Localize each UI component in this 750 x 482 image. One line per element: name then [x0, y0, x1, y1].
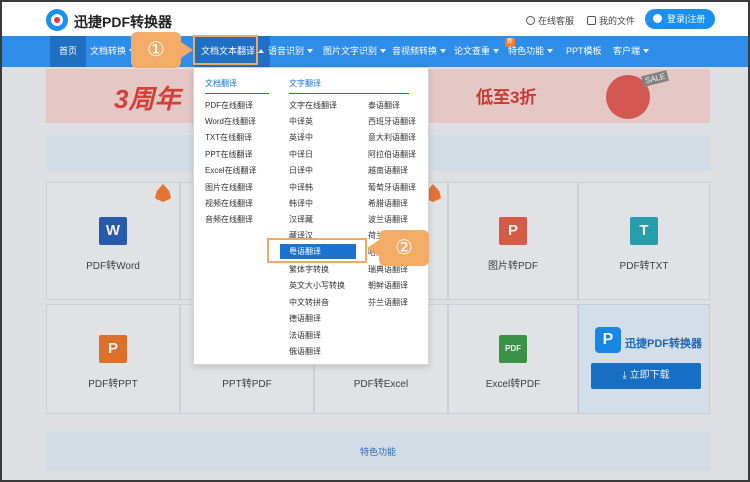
chevron-down-icon	[307, 49, 314, 53]
menu-item-ko-zh[interactable]: 韩译中	[289, 198, 313, 209]
heading-underline	[205, 93, 269, 94]
heading-underline	[289, 93, 409, 94]
menu-item-zh-ko[interactable]: 中译韩	[289, 182, 313, 193]
my-files-label: 我的文件	[599, 16, 636, 26]
online-service-link[interactable]: 在线客服	[526, 14, 574, 27]
chevron-up-icon	[258, 49, 265, 53]
menu-item-en-zh[interactable]: 英译中	[289, 132, 313, 143]
nav-av-convert[interactable]: 音视频转换	[392, 36, 447, 67]
menu-item-greek[interactable]: 希腊语翻译	[368, 198, 408, 209]
nav-home[interactable]: 首页	[50, 36, 87, 67]
nav-features[interactable]: 特色功能	[508, 36, 554, 67]
nav-av-convert-label: 音视频转换	[392, 46, 438, 56]
menu-item-korean-dprk[interactable]: 朝鲜语翻译	[368, 280, 408, 291]
menu-item-french[interactable]: 法语翻译	[289, 330, 321, 341]
text-translate-heading: 文字翻译	[289, 79, 321, 88]
menu-item-word-translate[interactable]: Word在线翻译	[205, 116, 256, 127]
brand-name[interactable]: 迅捷PDF转换器	[74, 12, 172, 32]
menu-item-italian[interactable]: 意大利语翻译	[368, 132, 416, 143]
menu-item-vietnamese[interactable]: 越南语翻译	[368, 165, 408, 176]
menu-item-pinyin[interactable]: 中文转拼音	[289, 297, 329, 308]
nav-plagiarism-label: 论文查重	[454, 46, 491, 56]
chevron-down-icon	[493, 49, 500, 53]
nav-client-label: 客户端	[613, 46, 641, 56]
doc-translate-heading: 文档翻译	[205, 79, 237, 88]
nav-plagiarism[interactable]: 论文查重新	[454, 36, 515, 67]
nav-ocr[interactable]: 图片文字识别	[323, 36, 387, 67]
chevron-down-icon	[440, 49, 447, 53]
menu-item-excel-translate[interactable]: Excel在线翻译	[205, 165, 257, 176]
chevron-down-icon	[643, 49, 650, 53]
menu-item-audio-translate[interactable]: 音频在线翻译	[205, 214, 253, 225]
menu-item-text-translate[interactable]: 文字在线翻译	[289, 100, 337, 111]
menu-item-zh-en[interactable]: 中译英	[289, 116, 313, 127]
login-register-button[interactable]: 登录|注册	[645, 9, 715, 29]
nav-doc-convert[interactable]: 文档转换	[90, 36, 136, 67]
menu-item-finnish[interactable]: 芬兰语翻译	[368, 297, 408, 308]
nav-highlight-outline	[193, 35, 258, 65]
nav-doc-convert-label: 文档转换	[90, 46, 127, 56]
nav-speech[interactable]: 语音识别	[268, 36, 314, 67]
menu-item-spanish[interactable]: 西班牙语翻译	[368, 116, 416, 127]
brand-logo-icon[interactable]	[46, 9, 68, 31]
menu-item-german[interactable]: 德语翻译	[289, 313, 321, 324]
menu-item-thai[interactable]: 泰语翻译	[368, 100, 400, 111]
menu-item-zh-ja[interactable]: 中译日	[289, 149, 313, 160]
step-marker-2: ②	[367, 230, 429, 266]
menu-item-polish[interactable]: 波兰语翻译	[368, 214, 408, 225]
menu-item-ja-zh[interactable]: 日译中	[289, 165, 313, 176]
menu-item-arabic[interactable]: 阿拉伯语翻译	[368, 149, 416, 160]
nav-ocr-label: 图片文字识别	[323, 46, 378, 56]
menu-item-russian[interactable]: 俄语翻译	[289, 346, 321, 357]
menu-item-ppt-translate[interactable]: PPT在线翻译	[205, 149, 253, 160]
nav-ppt-templates[interactable]: PPT模板	[566, 36, 602, 67]
step-marker-1: ①	[131, 32, 193, 68]
chevron-down-icon	[547, 49, 554, 53]
menu-item-zh-bo[interactable]: 汉译藏	[289, 214, 313, 225]
menu-item-image-translate[interactable]: 图片在线翻译	[205, 182, 253, 193]
menu-highlight-outline	[267, 238, 367, 263]
headset-icon	[526, 16, 535, 25]
online-service-label: 在线客服	[538, 16, 575, 26]
nav-client[interactable]: 客户端	[613, 36, 650, 67]
main-nav: 首页 文档转换 文档文本翻译 语音识别 图片文字识别 音视频转换 论文查重新 特…	[2, 36, 748, 67]
menu-item-portuguese[interactable]: 葡萄牙语翻译	[368, 182, 416, 193]
translate-dropdown-menu: 文档翻译 文字翻译 PDF在线翻译 Word在线翻译 TXT在线翻译 PPT在线…	[193, 67, 429, 365]
chevron-down-icon	[380, 49, 387, 53]
menu-item-video-translate[interactable]: 视频在线翻译	[205, 198, 253, 209]
menu-item-case-convert[interactable]: 英文大小写转换	[289, 280, 345, 291]
nav-features-label: 特色功能	[508, 46, 545, 56]
top-header: 迅捷PDF转换器 在线客服 我的文件 登录|注册	[2, 2, 748, 36]
menu-item-pdf-translate[interactable]: PDF在线翻译	[205, 100, 253, 111]
my-files-link[interactable]: 我的文件	[587, 14, 635, 27]
menu-item-txt-translate[interactable]: TXT在线翻译	[205, 132, 252, 143]
file-icon	[587, 16, 596, 25]
menu-item-traditional[interactable]: 繁体字转换	[289, 264, 329, 275]
nav-speech-label: 语音识别	[268, 46, 305, 56]
